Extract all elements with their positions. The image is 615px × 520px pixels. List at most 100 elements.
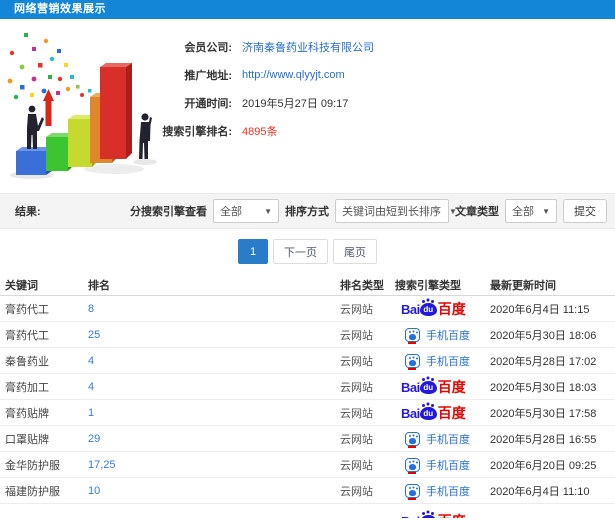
keyword-cell: 秦鲁药业	[5, 355, 49, 368]
rank-link[interactable]: 4	[88, 381, 340, 393]
engine-type-cell: 手机百度	[395, 431, 490, 448]
open-time-label: 开通时间:	[184, 98, 232, 110]
promo-url-link[interactable]: http://www.qlyyjt.com	[242, 69, 345, 81]
info-row-open-time: 开通时间: 2019年5月27日 09:17	[0, 89, 615, 117]
baidu-logo: Baidu百度	[401, 299, 466, 317]
update-time-cell: 2020年5月28日 17:02	[490, 355, 597, 368]
baidu-logo: Baidu百度	[401, 403, 466, 421]
chevron-down-icon: ▼	[264, 206, 272, 216]
sort-label: 排序方式	[285, 206, 329, 218]
rank-type-cell: 云网站	[340, 459, 373, 472]
engine-filter-select[interactable]: 全部 ▼	[213, 199, 279, 223]
baidu-paw-icon: du	[419, 299, 437, 316]
table-header-row: 关键词 排名 排名类型 搜索引擎类型 最新更新时间	[0, 274, 615, 296]
update-time-cell: 2020年5月30日 18:06	[490, 329, 597, 342]
header-rank-type: 排名类型	[340, 279, 384, 292]
engine-type-cell: Bai du 百度	[395, 299, 490, 317]
header-update-time: 最新更新时间	[490, 279, 556, 292]
page-1-button[interactable]: 1	[238, 239, 268, 264]
table-row: 金华防护服 17,25 云网站 手机百度 2020年6月20日 09:25	[0, 452, 615, 478]
baidu-paw-icon: du	[419, 377, 437, 394]
next-page-button[interactable]: 下一页	[273, 239, 328, 264]
mobile-baidu-label: 手机百度	[426, 485, 470, 498]
table-row: 口罩贴牌 29 云网站 手机百度 2020年5月28日 16:55	[0, 426, 615, 452]
mobile-baidu-label: 手机百度	[426, 329, 470, 342]
marketing-effect-page: 网络营销效果展示 会员公司: 济南秦鲁药业科技有限公司 推广地址: http:/…	[0, 0, 615, 520]
mobile-baidu-logo: 手机百度	[405, 457, 470, 474]
baidu-bai-text: Bai	[401, 405, 420, 421]
table-row: 福建防护服 10 云网站 手机百度 2020年6月4日 11:10	[0, 478, 615, 504]
keyword-cell: 膏药代工	[5, 329, 49, 342]
baidu-paw-icon: du	[419, 403, 437, 420]
rank-count-label: 搜索引擎排名:	[162, 126, 232, 138]
engine-type-cell: 手机百度	[395, 327, 490, 344]
update-time-cell: 2020年5月30日 18:03	[490, 381, 597, 394]
engine-filter-label: 分搜索引擎查看	[130, 206, 207, 218]
rank-link[interactable]: 8	[88, 303, 340, 315]
engine-type-cell: Bai du 百度	[395, 403, 490, 421]
keyword-cell: 膏药代工	[5, 303, 49, 316]
info-row-company: 会员公司: 济南秦鲁药业科技有限公司	[0, 33, 615, 61]
mobile-baidu-paw-icon	[405, 483, 420, 500]
header-engine-type: 搜索引擎类型	[395, 279, 461, 292]
page-title: 网络营销效果展示	[0, 0, 615, 19]
engine-type-cell: 手机百度	[395, 457, 490, 474]
last-page-button[interactable]: 尾页	[333, 239, 377, 264]
mobile-baidu-logo: 手机百度	[405, 483, 470, 500]
company-value-link[interactable]: 济南秦鲁药业科技有限公司	[242, 39, 374, 55]
rank-type-cell: 云网站	[340, 381, 373, 394]
table-body: 膏药代工 8 云网站 Bai du 百度 2020年6月4日 11:15 膏药代工 25 云网站手…	[0, 296, 615, 504]
baidu-logo: Baidu百度	[401, 512, 466, 518]
results-table: 关键词 排名 排名类型 搜索引擎类型 最新更新时间 膏药代工 8 云网站 Bai du 百…	[0, 274, 615, 518]
promo-url-label: 推广地址:	[184, 70, 232, 82]
rank-link[interactable]: 4	[88, 355, 340, 367]
rank-link[interactable]: 25	[88, 329, 340, 341]
table-row: 膏药贴牌 1 云网站 Bai du 百度 2020年5月30日 17:58	[0, 400, 615, 426]
info-section: 会员公司: 济南秦鲁药业科技有限公司 推广地址: http://www.qlyy…	[0, 19, 615, 193]
baidu-bai-text: Bai	[401, 515, 420, 518]
rank-type-cell: 云网站	[340, 303, 373, 316]
rank-link[interactable]: 1	[88, 407, 340, 419]
header-keyword: 关键词	[5, 279, 38, 292]
baidu-paw-icon: du	[419, 512, 437, 518]
rank-link[interactable]: 17,25	[88, 459, 340, 471]
pagination: 1 下一页 尾页	[0, 229, 615, 274]
info-row-url: 推广地址: http://www.qlyyjt.com	[0, 61, 615, 89]
engine-type-cell: 手机百度	[395, 353, 490, 370]
mobile-baidu-label: 手机百度	[426, 355, 470, 368]
mobile-baidu-label: 手机百度	[426, 433, 470, 446]
keyword-cell: 膏药贴牌	[5, 407, 49, 420]
rank-count-value: 4895条	[242, 126, 278, 138]
keyword-cell: 膏药加工	[5, 381, 49, 394]
engine-type-cell: Bai du 百度	[395, 377, 490, 395]
submit-button[interactable]: 提交	[563, 199, 607, 223]
sort-value: 关键词由短到长排序	[342, 206, 441, 218]
mobile-baidu-paw-icon	[405, 457, 420, 474]
engine-filter-value: 全部	[220, 206, 242, 218]
article-type-select[interactable]: 全部 ▼	[505, 199, 557, 223]
info-row-rank-count: 搜索引擎排名: 4895条	[0, 117, 615, 145]
update-time-cell: 2020年5月30日 17:58	[490, 407, 597, 420]
open-time-value: 2019年5月27日 09:17	[242, 98, 349, 110]
sort-select[interactable]: 关键词由短到长排序 ▼	[335, 199, 457, 223]
mobile-baidu-label: 手机百度	[426, 459, 470, 472]
baidu-bai-text: Bai	[401, 301, 420, 317]
keyword-cell: 口罩贴牌	[5, 433, 49, 446]
rank-link[interactable]: 10	[88, 485, 340, 497]
rank-type-cell: 云网站	[340, 485, 373, 498]
baidu-cn-text: 百度	[437, 404, 466, 421]
partial-next-row: Baidu百度	[0, 504, 615, 518]
table-row: 膏药加工 4 云网站 Bai du 百度 2020年5月30日 18:03	[0, 374, 615, 400]
rank-type-cell: 云网站	[340, 355, 373, 368]
baidu-logo: Baidu百度	[401, 377, 466, 395]
rank-type-cell: 云网站	[340, 433, 373, 446]
update-time-cell: 2020年6月4日 11:15	[490, 303, 590, 316]
baidu-bai-text: Bai	[401, 379, 420, 395]
mobile-baidu-paw-icon	[405, 431, 420, 448]
engine-type-cell: 手机百度	[395, 483, 490, 500]
company-label: 会员公司:	[184, 42, 232, 54]
update-time-cell: 2020年6月4日 11:10	[490, 485, 590, 498]
rank-link[interactable]: 29	[88, 433, 340, 445]
mobile-baidu-logo: 手机百度	[405, 327, 470, 344]
baidu-cn-text: 百度	[437, 378, 466, 395]
